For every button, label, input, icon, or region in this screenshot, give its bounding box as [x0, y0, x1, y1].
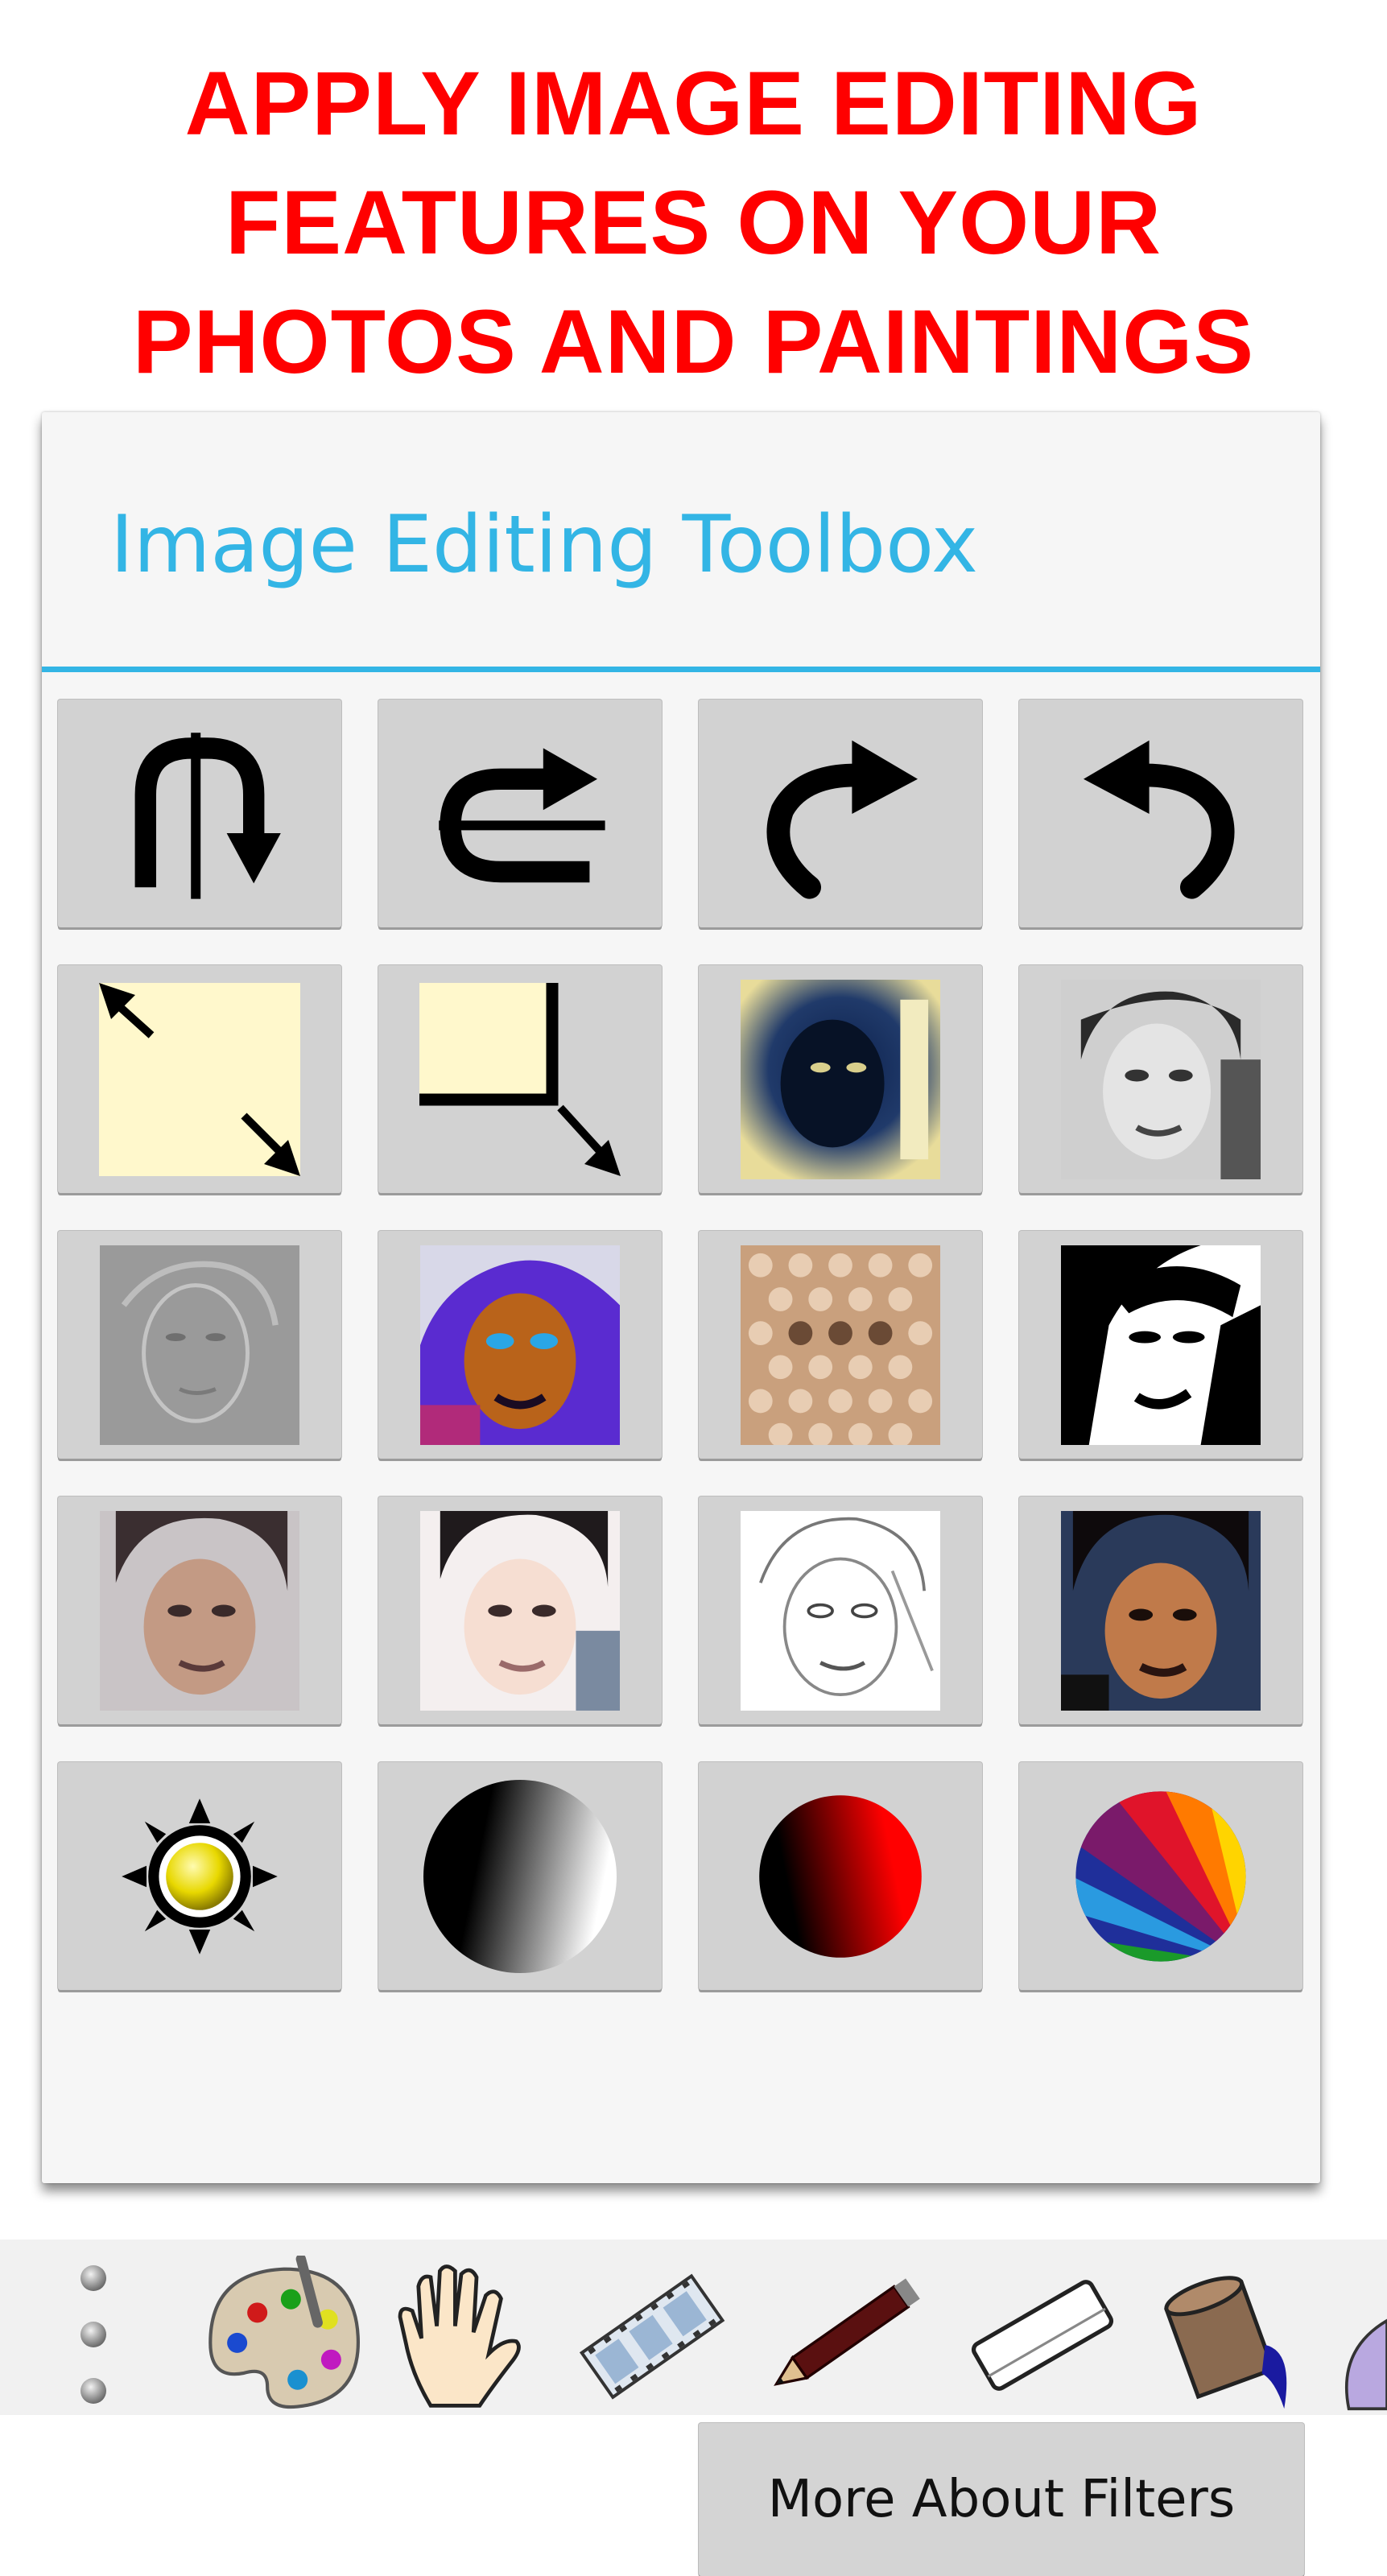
red-tint-icon: [759, 1794, 922, 1958]
invert-filter-icon: [741, 979, 940, 1179]
headline-line-3: PHOTOS AND PAINTINGS: [132, 291, 1255, 392]
overflow-menu-icon[interactable]: [77, 2254, 109, 2415]
promo-headline: APPLY IMAGE EDITING FEATURES ON YOUR PHO…: [0, 44, 1387, 402]
eraser-icon[interactable]: [958, 2256, 1127, 2415]
film-icon[interactable]: [567, 2256, 736, 2415]
crop-icon: [419, 982, 621, 1176]
emboss-filter-button[interactable]: [58, 1231, 341, 1459]
brighten-filter-icon: [420, 1510, 620, 1711]
pencil-icon[interactable]: [753, 2256, 939, 2415]
saturate-filter-icon: [1061, 1510, 1261, 1711]
black-white-filter-icon: [1061, 1245, 1261, 1445]
grayscale-filter-icon: [1061, 979, 1261, 1179]
rotate-right-button[interactable]: [699, 700, 982, 927]
color-boost-filter-icon: [420, 1245, 620, 1445]
pixelate-filter-icon: [741, 1245, 940, 1445]
soft-tone-filter-icon: [100, 1510, 299, 1711]
color-boost-filter-button[interactable]: [378, 1231, 662, 1459]
dialog-title: Image Editing Toolbox: [110, 499, 979, 591]
contrast-button[interactable]: [378, 1762, 662, 1990]
sketch-filter-button[interactable]: [699, 1496, 982, 1724]
title-divider: [42, 667, 1320, 672]
paint-bucket-icon[interactable]: [1146, 2256, 1307, 2415]
flip-horizontal-button[interactable]: [378, 700, 662, 927]
rotate-left-button[interactable]: [1019, 700, 1302, 927]
more-about-filters-button[interactable]: More About Filters: [699, 2423, 1304, 2576]
headline-line-1: APPLY IMAGE EDITING: [184, 53, 1203, 154]
resize-button[interactable]: [58, 965, 341, 1193]
flip-vertical-button[interactable]: [58, 700, 341, 927]
soft-tone-filter-button[interactable]: [58, 1496, 341, 1724]
black-white-filter-button[interactable]: [1019, 1231, 1302, 1459]
grayscale-filter-button[interactable]: [1019, 965, 1302, 1193]
resize-icon: [99, 982, 300, 1176]
flip-horizontal-icon: [439, 747, 605, 882]
bottom-toolbar: [0, 2240, 1387, 2415]
brightness-icon: [122, 1798, 278, 1955]
crop-button[interactable]: [378, 965, 662, 1193]
rotate-left-icon: [1084, 740, 1235, 899]
invert-filter-button[interactable]: [699, 965, 982, 1193]
brightness-button[interactable]: [58, 1762, 341, 1990]
flip-vertical-icon: [134, 732, 281, 899]
emboss-filter-icon: [100, 1245, 299, 1445]
contrast-icon: [423, 1779, 617, 1973]
pixelate-filter-button[interactable]: [699, 1231, 982, 1459]
color-balance-button[interactable]: [1019, 1762, 1302, 1990]
rotate-right-icon: [766, 740, 918, 899]
brighten-filter-button[interactable]: [378, 1496, 662, 1724]
sketch-filter-icon: [741, 1510, 940, 1711]
image-editing-toolbox-dialog: Image Editing Toolbox More About Filters: [42, 412, 1320, 2576]
red-tint-button[interactable]: [699, 1762, 982, 1990]
partial-tool-icon[interactable]: [1328, 2256, 1387, 2415]
saturate-filter-button[interactable]: [1019, 1496, 1302, 1724]
hand-icon[interactable]: [385, 2256, 538, 2415]
headline-line-2: FEATURES ON YOUR: [225, 172, 1162, 273]
color-balance-icon: [1075, 1790, 1246, 1962]
palette-icon[interactable]: [200, 2256, 369, 2415]
